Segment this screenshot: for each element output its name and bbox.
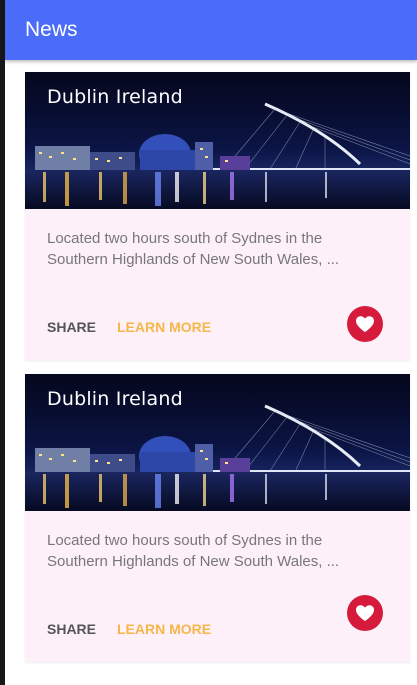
- app-screen: News Dublin Ireland Located two hours so…: [5, 0, 417, 685]
- card-image-title: Dublin Ireland: [47, 86, 183, 108]
- share-button[interactable]: SHARE: [47, 319, 96, 335]
- favorite-button[interactable]: [347, 595, 383, 631]
- news-card: Dublin Ireland Located two hours south o…: [25, 72, 410, 360]
- heart-icon: [355, 604, 375, 622]
- app-bar-title: News: [25, 18, 78, 41]
- learn-more-button[interactable]: LEARN MORE: [117, 621, 211, 637]
- heart-icon: [355, 315, 375, 333]
- card-description: Located two hours south of Sydnes in the…: [47, 230, 340, 268]
- card-description: Located two hours south of Sydnes in the…: [47, 532, 340, 570]
- card-image: Dublin Ireland: [25, 374, 410, 511]
- news-card: Dublin Ireland Located two hours south o…: [25, 374, 410, 662]
- favorite-button[interactable]: [347, 306, 383, 342]
- learn-more-button[interactable]: LEARN MORE: [117, 319, 211, 335]
- card-image: Dublin Ireland: [25, 72, 410, 209]
- share-button[interactable]: SHARE: [47, 621, 96, 637]
- card-image-title: Dublin Ireland: [47, 388, 183, 410]
- app-bar: News: [5, 0, 417, 60]
